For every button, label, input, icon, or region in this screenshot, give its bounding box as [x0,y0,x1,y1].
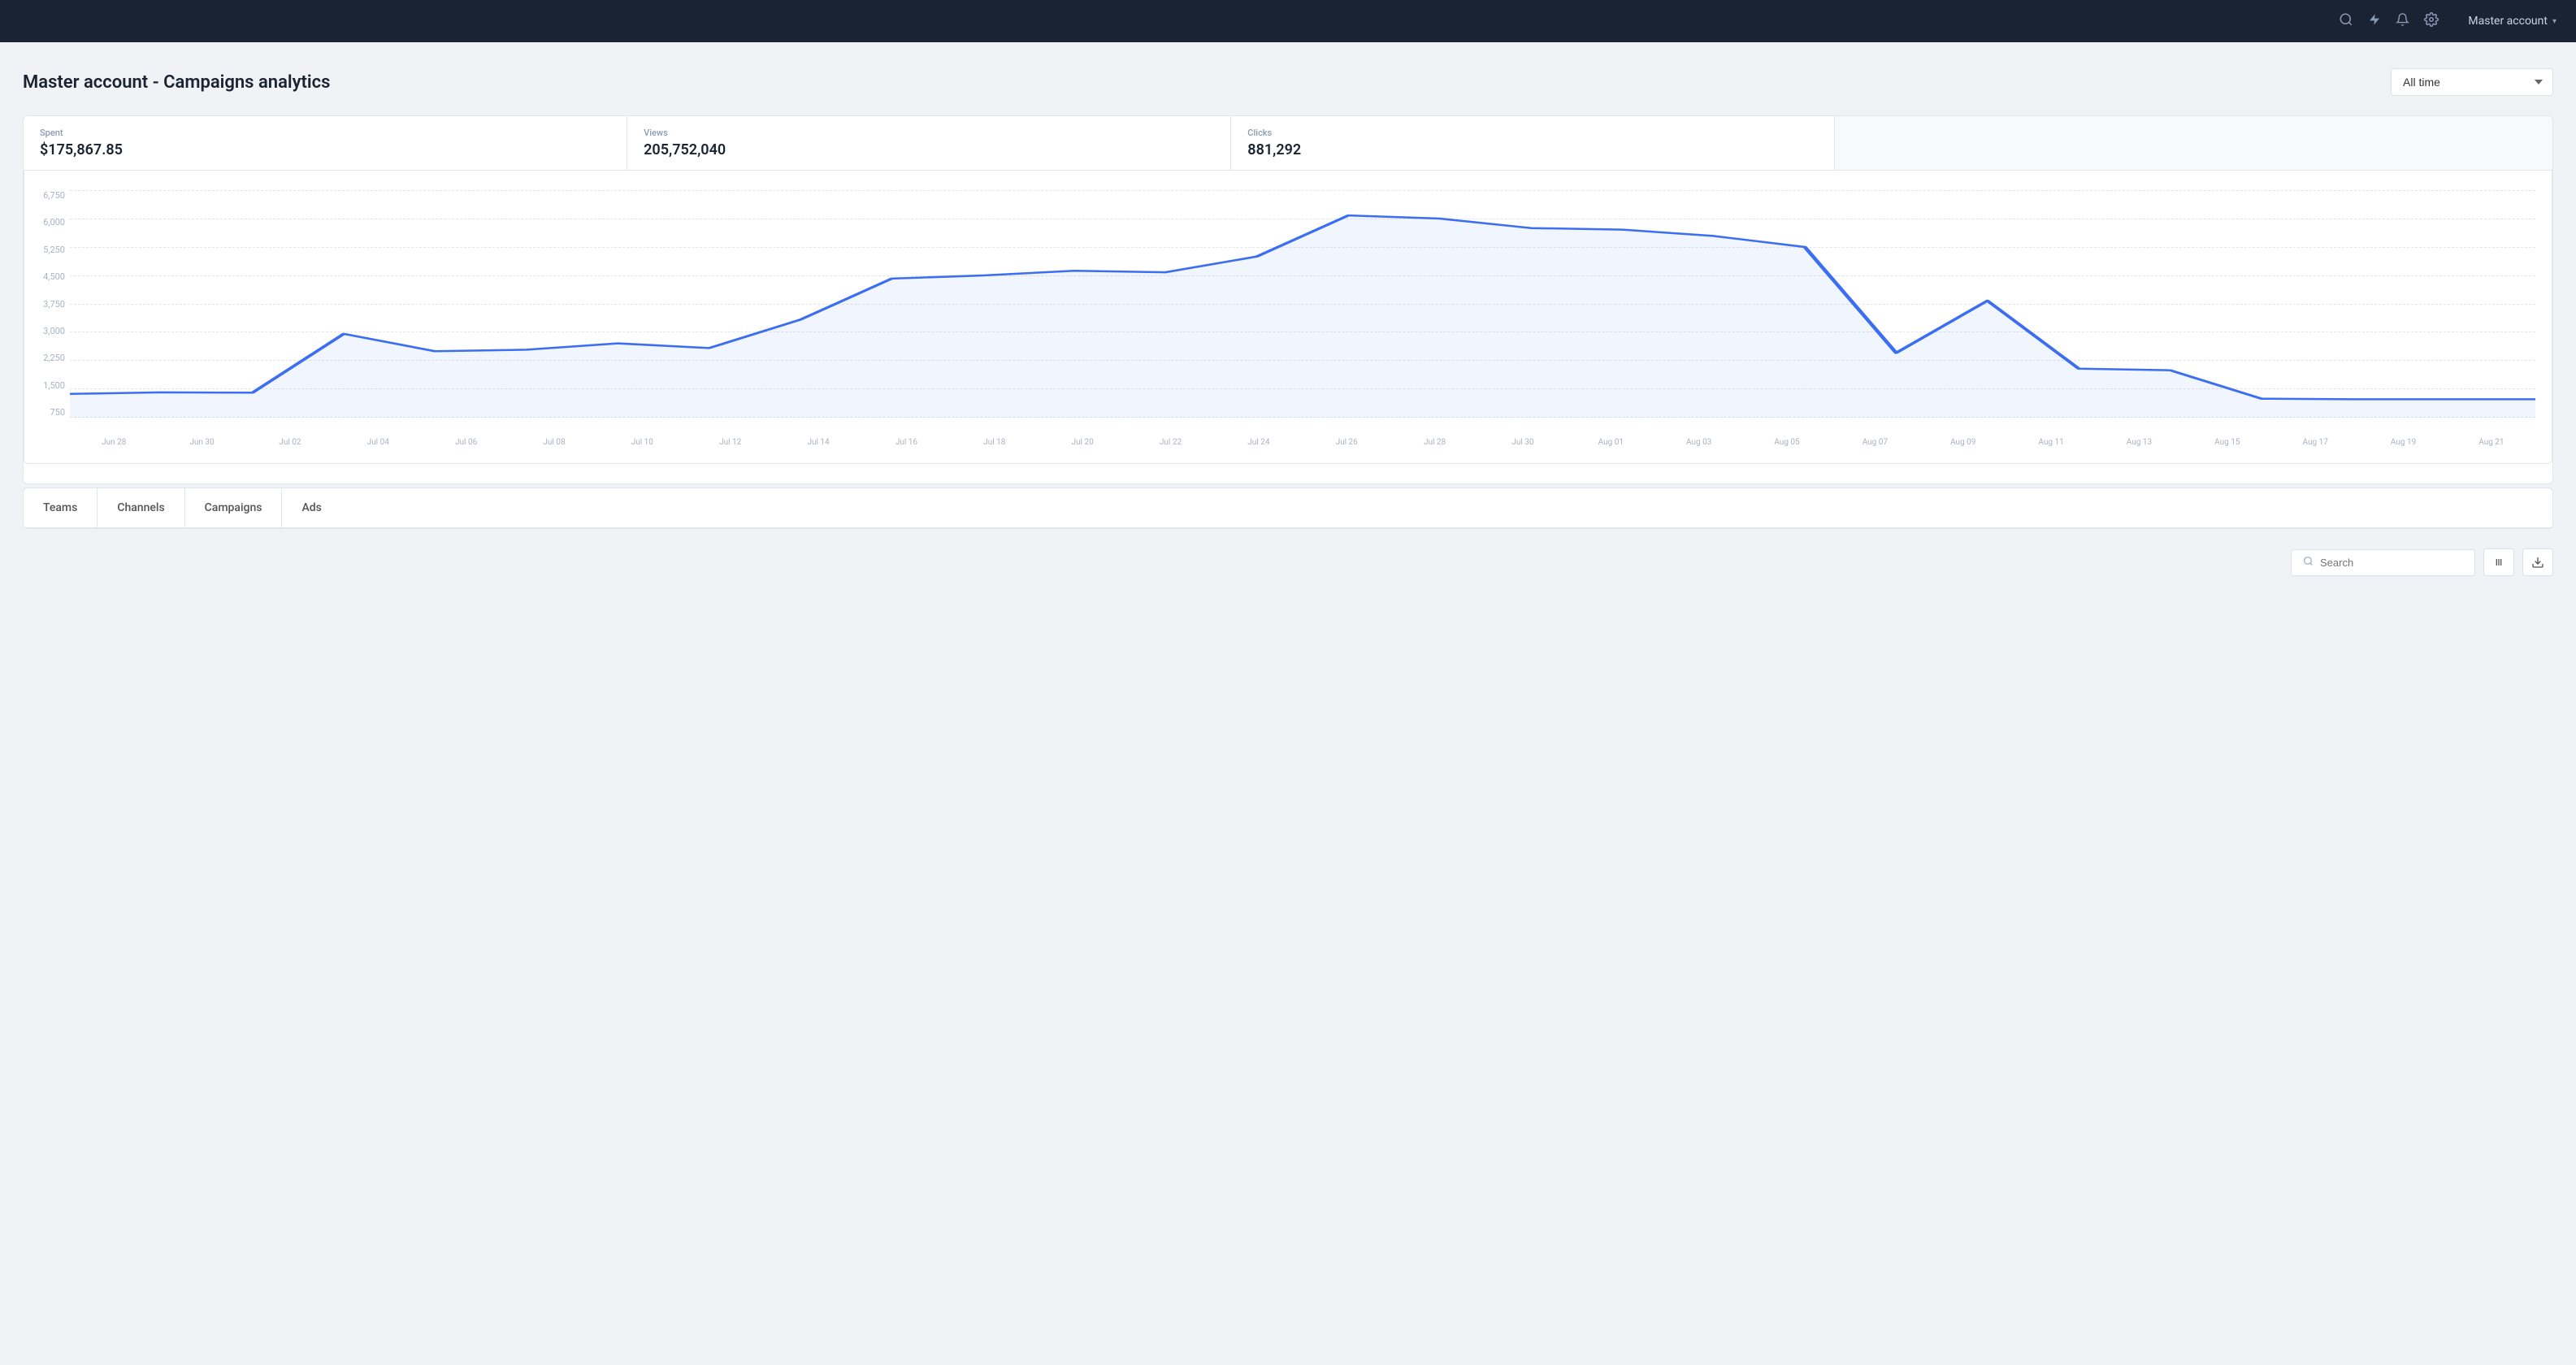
main-content: Master account - Campaigns analytics All… [0,42,2576,602]
bolt-icon[interactable] [2368,12,2381,31]
line-chart [70,190,2535,418]
x-axis-label: Jun 28 [70,438,158,447]
settings-icon[interactable] [2424,12,2439,31]
stats-row: Spent $175,867.85 Views 205,752,040 Clic… [24,116,2552,171]
time-filter-wrapper: All time Last 7 days Last 30 days Last 9… [2391,68,2553,96]
tab-channels[interactable]: Channels [98,488,184,527]
y-axis-label: 6,750 [29,190,65,201]
y-axis: 750 1,500 2,250 3,000 3,750 4,500 5,250 6,000 6,… [29,190,65,418]
x-axis-label: Jul 04 [334,438,422,447]
stat-spent: Spent $175,867.85 [24,116,627,170]
x-axis-label: Aug 19 [2359,438,2447,447]
x-axis-label: Aug 03 [1654,438,1742,447]
y-axis-label: 3,750 [29,299,65,310]
x-axis-label: Aug 09 [1919,438,2007,447]
x-axis-label: Jul 02 [246,438,334,447]
search-input[interactable] [2320,557,2463,569]
x-axis-label: Aug 15 [2184,438,2271,447]
stat-empty [1835,116,2552,170]
x-axis-label: Jul 08 [510,438,598,447]
time-filter-select[interactable]: All time Last 7 days Last 30 days Last 9… [2391,68,2553,96]
download-button[interactable] [2522,548,2553,576]
bottom-bar [23,542,2553,583]
page-title: Master account - Campaigns analytics [23,72,330,93]
x-axis-label: Jul 14 [774,438,862,447]
y-axis-label: 3,000 [29,326,65,336]
views-value: 205,752,040 [644,141,1214,158]
spent-label: Spent [40,128,610,138]
x-axis-label: Aug 13 [2095,438,2183,447]
stats-card: Spent $175,867.85 Views 205,752,040 Clic… [23,115,2553,484]
x-axis-label: Jun 30 [158,438,245,447]
clicks-value: 881,292 [1247,141,1818,158]
account-name: Master account [2468,15,2548,28]
tab-campaigns[interactable]: Campaigns [185,488,283,527]
x-axis-label: Jul 12 [687,438,774,447]
x-axis: Jun 28Jun 30Jul 02Jul 04Jul 06Jul 08Jul … [70,418,2535,450]
tab-ads[interactable]: Ads [282,488,340,527]
stat-clicks: Clicks 881,292 [1231,116,1835,170]
chart-container: 750 1,500 2,250 3,000 3,750 4,500 5,250 6,000 6,… [24,171,2552,464]
tabs-section: TeamsChannelsCampaignsAds [23,488,2553,529]
search-box [2291,549,2475,576]
columns-button[interactable] [2483,548,2514,576]
x-axis-label: Jul 18 [951,438,1039,447]
x-axis-label: Jul 26 [1303,438,1390,447]
y-axis-label: 4,500 [29,271,65,282]
x-axis-label: Aug 11 [2007,438,2095,447]
header: Master account ▾ [0,0,2576,42]
tabs-row: TeamsChannelsCampaignsAds [24,488,2552,528]
chart-wrap: 7501,5002,2503,0003,7504,5005,2506,0006,… [70,190,2535,450]
tab-teams[interactable]: Teams [24,488,98,527]
x-axis-label: Aug 05 [1743,438,1831,447]
x-axis-label: Jul 06 [422,438,510,447]
bell-icon[interactable] [2396,12,2409,31]
chart-area-fill [70,215,2535,418]
x-axis-label: Jul 10 [598,438,686,447]
x-axis-label: Aug 07 [1831,438,1919,447]
page-header: Master account - Campaigns analytics All… [23,68,2553,96]
views-label: Views [644,128,1214,138]
clicks-label: Clicks [1247,128,1818,138]
x-axis-label: Aug 21 [2448,438,2535,447]
x-axis-label: Jul 16 [862,438,950,447]
x-axis-label: Jul 22 [1126,438,1214,447]
chevron-down-icon: ▾ [2552,17,2556,26]
spent-value: $175,867.85 [40,141,610,158]
stat-views: Views 205,752,040 [627,116,1231,170]
header-icons [2339,12,2439,31]
y-axis-label: 1,500 [29,380,65,391]
y-axis-label: 5,250 [29,245,65,255]
x-axis-label: Jul 24 [1215,438,1303,447]
x-axis-label: Aug 01 [1567,438,1654,447]
y-axis-label: 6,000 [29,217,65,228]
search-icon-sm [2303,556,2314,570]
x-axis-label: Jul 30 [1479,438,1567,447]
account-selector[interactable]: Master account ▾ [2468,15,2556,28]
search-icon[interactable] [2339,12,2353,31]
x-axis-label: Aug 17 [2271,438,2359,447]
y-axis-label: 2,250 [29,353,65,363]
y-axis-label: 750 [29,407,65,418]
x-axis-label: Jul 28 [1390,438,1478,447]
x-axis-label: Jul 20 [1039,438,1126,447]
